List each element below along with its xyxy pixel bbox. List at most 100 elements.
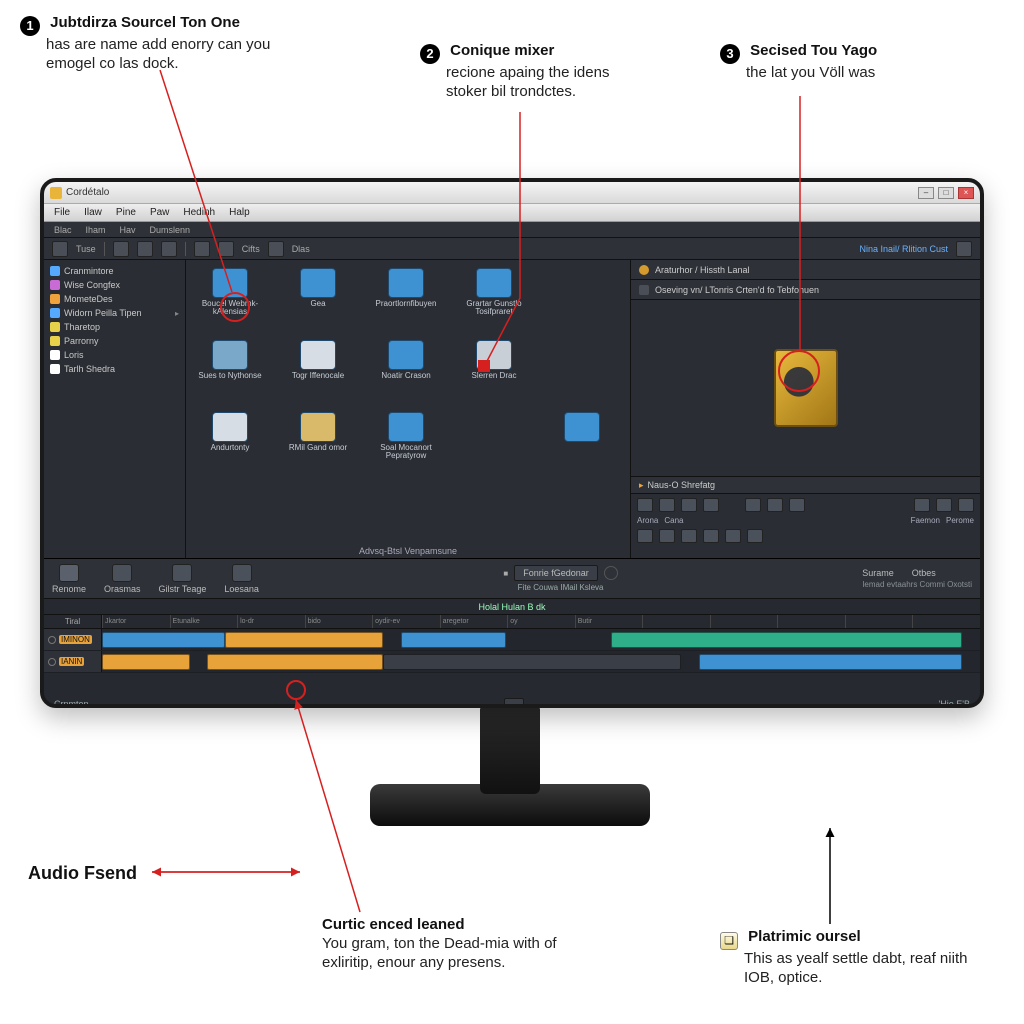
- sidebar-item[interactable]: Tarlh Shedra: [46, 362, 183, 376]
- browser-item[interactable]: Grartar Gunstlo Tosifpraret: [454, 268, 534, 334]
- mini-button[interactable]: [767, 498, 783, 512]
- mini-button[interactable]: [681, 529, 697, 543]
- mini-button[interactable]: [747, 529, 763, 543]
- callout-2: 2 Conique mixer recione apaing the idens…: [420, 42, 650, 102]
- lower-tabs: Renome Orasmas Gilstr Teage Loesana ■ Fo…: [44, 559, 980, 599]
- mini-button[interactable]: [936, 498, 952, 512]
- preview-tab-1[interactable]: Araturhor / Hissth Lanal: [631, 260, 980, 280]
- window-titlebar: Cordétalo – □ ×: [44, 182, 980, 204]
- mini-button[interactable]: [703, 498, 719, 512]
- menu-item[interactable]: Paw: [150, 207, 169, 218]
- sidebar-item[interactable]: Loris: [46, 348, 183, 362]
- maximize-button[interactable]: □: [938, 187, 954, 199]
- browser-item[interactable]: [542, 412, 622, 478]
- menu-item[interactable]: Halp: [229, 207, 250, 218]
- menu-item[interactable]: Pine: [116, 207, 136, 218]
- menu-item[interactable]: Ilaw: [84, 207, 102, 218]
- file-icon: [300, 268, 336, 298]
- sidebar-item[interactable]: Wise Congfex: [46, 278, 183, 292]
- mini-button[interactable]: [659, 498, 675, 512]
- dropdown[interactable]: Fonrie fGedonar: [514, 565, 598, 581]
- sidebar-item-icon: [50, 280, 60, 290]
- lower-tab[interactable]: Gilstr Teage: [159, 564, 207, 594]
- browser-item[interactable]: Gea: [278, 268, 358, 334]
- callout-5-title: Platrimic oursel: [748, 928, 861, 945]
- browser-item[interactable]: [542, 340, 622, 406]
- preview-thumbnail[interactable]: [774, 349, 838, 427]
- sidebar-item[interactable]: Tharetop: [46, 320, 183, 334]
- track-header[interactable]: IANIN: [44, 651, 102, 672]
- browser-item[interactable]: Andurtonty: [190, 412, 270, 478]
- submenu-item[interactable]: Hav: [120, 225, 136, 235]
- ruler-tick: [845, 615, 913, 628]
- sidebar-item[interactable]: Widorn Peilla Tipen▸: [46, 306, 183, 320]
- callout-4-title: Curtic enced leaned: [322, 916, 465, 933]
- sidebar-item-label: Tharetop: [64, 322, 100, 332]
- lower-tab[interactable]: Loesana: [224, 564, 259, 594]
- timeline-ruler[interactable]: Tiral JkartorEtunalkelo-drbidooydir-evar…: [44, 615, 980, 629]
- visibility-icon[interactable]: [48, 636, 56, 644]
- track-row-1: IMINON: [44, 629, 980, 651]
- browser-item[interactable]: [454, 412, 534, 478]
- toolbar-button[interactable]: [218, 241, 234, 257]
- toolbar-button[interactable]: [113, 241, 129, 257]
- browser-item[interactable]: [542, 268, 622, 334]
- app-icon: [50, 187, 62, 199]
- mini-button[interactable]: [745, 498, 761, 512]
- browser-item[interactable]: Soal Mocanort Pepratyrow: [366, 412, 446, 478]
- submenu-item[interactable]: Blac: [54, 225, 72, 235]
- sidebar-item[interactable]: Parrorny: [46, 334, 183, 348]
- submenu-item[interactable]: Dumslenn: [150, 225, 191, 235]
- toolbar-button[interactable]: [956, 241, 972, 257]
- status-button[interactable]: [504, 698, 524, 708]
- visibility-icon[interactable]: [48, 658, 56, 666]
- settings-icon[interactable]: [604, 566, 618, 580]
- mini-button[interactable]: [703, 529, 719, 543]
- browser-item[interactable]: RMil Gand omor: [278, 412, 358, 478]
- submenu-item[interactable]: Iham: [86, 225, 106, 235]
- browser-item[interactable]: Togr Iffenocale: [278, 340, 358, 406]
- file-icon: [212, 268, 248, 298]
- callout-1: 1 Jubtdirza Sourcel Ton One has are name…: [20, 14, 300, 74]
- sidebar-item[interactable]: MometeDes: [46, 292, 183, 306]
- toolbar-button[interactable]: [137, 241, 153, 257]
- monitor-stand-neck: [480, 704, 540, 794]
- menu-item[interactable]: File: [54, 207, 70, 218]
- mini-button[interactable]: [637, 529, 653, 543]
- ruler-head: Tiral: [44, 615, 102, 628]
- mini-button[interactable]: [659, 529, 675, 543]
- sidebar-item[interactable]: Cranmintore: [46, 264, 183, 278]
- lower-tab[interactable]: Renome: [52, 564, 86, 594]
- track-clips[interactable]: [102, 651, 980, 672]
- browser-item[interactable]: Slerren Drac: [454, 340, 534, 406]
- toolbar-button[interactable]: [52, 241, 68, 257]
- mini-button[interactable]: [725, 529, 741, 543]
- toolbar-button[interactable]: [161, 241, 177, 257]
- track-clips[interactable]: [102, 629, 980, 650]
- minimize-button[interactable]: –: [918, 187, 934, 199]
- lower-tab[interactable]: Orasmas: [104, 564, 141, 594]
- mini-button[interactable]: [914, 498, 930, 512]
- preview-body: [631, 300, 980, 476]
- toolbar-button[interactable]: [194, 241, 210, 257]
- ruler-tick: oydir-ev: [372, 615, 440, 628]
- close-button[interactable]: ×: [958, 187, 974, 199]
- mini-button[interactable]: [958, 498, 974, 512]
- toolbar-button[interactable]: [268, 241, 284, 257]
- mini-button[interactable]: [789, 498, 805, 512]
- sidebar-item-label: Tarlh Shedra: [64, 364, 115, 374]
- right-tab-label[interactable]: Nina Inail/ Rlition Cust: [859, 244, 948, 254]
- browser-item[interactable]: Sues to Nythonse: [190, 340, 270, 406]
- track-header[interactable]: IMINON: [44, 629, 102, 650]
- file-label: Sues to Nythonse: [198, 372, 261, 380]
- mini-button[interactable]: [681, 498, 697, 512]
- ruler-tick: Etunalke: [170, 615, 238, 628]
- preview-footer: ▸ Naus-O Shrefatg: [631, 476, 980, 494]
- menu-item[interactable]: Hedinh: [183, 207, 215, 218]
- preview-tab-2[interactable]: Oseving vn/ LTonris Crten'd fo Tebfonuen: [631, 280, 980, 300]
- browser-item[interactable]: Noatir Crason: [366, 340, 446, 406]
- browser-item[interactable]: Boucel Webmk-kAlensias: [190, 268, 270, 334]
- mini-button[interactable]: [637, 498, 653, 512]
- media-browser: Boucel Webmk-kAlensiasGeaPraortlornfibuy…: [186, 260, 630, 558]
- browser-item[interactable]: Praortlornfibuyen: [366, 268, 446, 334]
